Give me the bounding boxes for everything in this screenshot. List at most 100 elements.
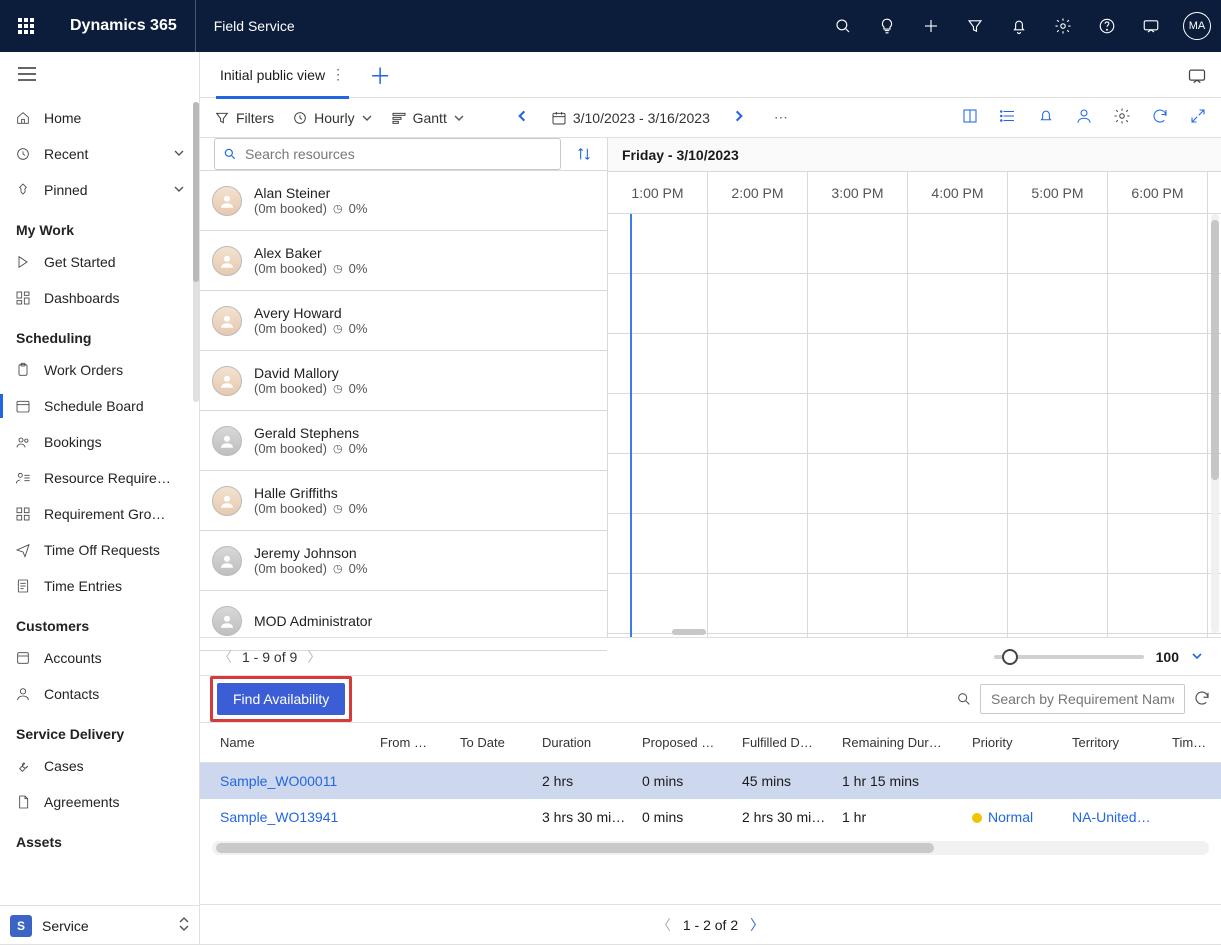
- area-chevron-icon[interactable]: [179, 917, 189, 934]
- sidebar-item-time-off-requests[interactable]: Time Off Requests: [0, 532, 199, 568]
- toolbar-alerts-icon[interactable]: [1037, 107, 1055, 128]
- requirement-name-link[interactable]: Sample_WO00011: [220, 773, 380, 789]
- view-dropdown[interactable]: Gantt: [391, 110, 465, 126]
- timeline-cell[interactable]: [808, 334, 908, 393]
- timeline-vscroll[interactable]: [1211, 214, 1219, 633]
- resource-row[interactable]: Alex Baker(0m booked) ◷ 0%: [200, 231, 607, 291]
- sidebar-item-cases[interactable]: Cases: [0, 748, 199, 784]
- sidebar-item-requirement-gro-[interactable]: Requirement Gro…: [0, 496, 199, 532]
- timeline-cell[interactable]: [908, 334, 1008, 393]
- timeline-cell[interactable]: [1008, 454, 1108, 513]
- timeline-cell[interactable]: [1008, 334, 1108, 393]
- search-icon[interactable]: [821, 0, 865, 52]
- filters-button[interactable]: Filters: [214, 110, 274, 126]
- find-availability-button[interactable]: Find Availability: [217, 683, 345, 715]
- tab-menu-icon[interactable]: ⋮: [331, 66, 345, 83]
- timeline-cell[interactable]: [608, 334, 708, 393]
- timeline-cell[interactable]: [1008, 394, 1108, 453]
- timeline-cell[interactable]: [808, 454, 908, 513]
- lightbulb-icon[interactable]: [865, 0, 909, 52]
- column-header[interactable]: Remaining Dur…: [842, 735, 972, 750]
- requirements-refresh-icon[interactable]: [1193, 689, 1211, 710]
- timeline-cell[interactable]: [908, 574, 1008, 633]
- timeline-cell[interactable]: [1108, 334, 1208, 393]
- timeline-cell[interactable]: [708, 454, 808, 513]
- toolbar-column-icon[interactable]: [961, 107, 979, 128]
- date-next-button[interactable]: [728, 109, 750, 126]
- plus-icon[interactable]: [909, 0, 953, 52]
- timeline-row[interactable]: [608, 214, 1221, 274]
- timeline-cell[interactable]: [908, 514, 1008, 573]
- column-header[interactable]: Tim…: [1172, 735, 1221, 750]
- sidebar-item-bookings[interactable]: Bookings: [0, 424, 199, 460]
- requirement-row[interactable]: Sample_WO139413 hrs 30 mi…0 mins2 hrs 30…: [200, 799, 1221, 835]
- timeline-cell[interactable]: [608, 214, 708, 273]
- timeline-cell[interactable]: [608, 394, 708, 453]
- nav-collapse-button[interactable]: [0, 52, 199, 96]
- zoom-slider[interactable]: [994, 655, 1144, 659]
- date-range-picker[interactable]: 3/10/2023 - 3/16/2023: [551, 110, 710, 126]
- resource-row[interactable]: Alan Steiner(0m booked) ◷ 0%: [200, 171, 607, 231]
- timeline-cell[interactable]: [608, 514, 708, 573]
- timeline-cell[interactable]: [608, 454, 708, 513]
- timeline-cell[interactable]: [808, 274, 908, 333]
- column-header[interactable]: Territory: [1072, 735, 1172, 750]
- toolbar-overflow[interactable]: ⋯: [768, 109, 796, 126]
- resource-row[interactable]: Jeremy Johnson(0m booked) ◷ 0%: [200, 531, 607, 591]
- bell-icon[interactable]: [997, 0, 1041, 52]
- timeline-cell[interactable]: [608, 574, 708, 633]
- timeline-cell[interactable]: [1008, 274, 1108, 333]
- timeline-cell[interactable]: [1108, 454, 1208, 513]
- timeline-cell[interactable]: [908, 454, 1008, 513]
- sidebar-item-work-orders[interactable]: Work Orders: [0, 352, 199, 388]
- column-header[interactable]: To Date: [460, 735, 542, 750]
- brand-title[interactable]: Dynamics 365: [52, 0, 196, 52]
- timeline-row[interactable]: [608, 574, 1221, 634]
- sidebar-item-accounts[interactable]: Accounts: [0, 640, 199, 676]
- req-pager-prev[interactable]: 〈: [657, 915, 671, 935]
- timeline-cell[interactable]: [908, 274, 1008, 333]
- timeline-cell[interactable]: [908, 214, 1008, 273]
- zoom-menu[interactable]: [1191, 649, 1203, 665]
- timeline-cell[interactable]: [808, 634, 908, 637]
- timeline-cell[interactable]: [1008, 514, 1108, 573]
- timeline-cell[interactable]: [708, 214, 808, 273]
- resource-sort-button[interactable]: [569, 138, 599, 170]
- timeline-row[interactable]: [608, 334, 1221, 394]
- timeline-cell[interactable]: [1008, 634, 1108, 637]
- timeline-cell[interactable]: [908, 394, 1008, 453]
- requirement-row[interactable]: Sample_WO000112 hrs0 mins45 mins1 hr 15 …: [200, 763, 1221, 799]
- timeline-cell[interactable]: [1108, 514, 1208, 573]
- pager-prev[interactable]: 〈: [218, 647, 232, 667]
- gear-icon[interactable]: [1041, 0, 1085, 52]
- toolbar-expand-icon[interactable]: [1189, 107, 1207, 128]
- funnel-icon[interactable]: [953, 0, 997, 52]
- column-header[interactable]: Name: [220, 735, 380, 750]
- help-icon[interactable]: [1085, 0, 1129, 52]
- timeline-cell[interactable]: [1008, 214, 1108, 273]
- timeline-cell[interactable]: [708, 634, 808, 637]
- toolbar-refresh-icon[interactable]: [1151, 107, 1169, 128]
- resource-row[interactable]: Avery Howard(0m booked) ◷ 0%: [200, 291, 607, 351]
- timeline-cell[interactable]: [708, 514, 808, 573]
- sidebar-item-get-started[interactable]: Get Started: [0, 244, 199, 280]
- sidebar-item-contacts[interactable]: Contacts: [0, 676, 199, 712]
- sidebar-item-dashboards[interactable]: Dashboards: [0, 280, 199, 316]
- resource-search[interactable]: Search resources: [214, 138, 561, 170]
- requirement-name-link[interactable]: Sample_WO13941: [220, 809, 380, 825]
- add-tab-button[interactable]: ＋: [361, 59, 399, 91]
- board-tab-active[interactable]: Initial public view ⋮: [210, 52, 355, 98]
- timeline-row[interactable]: [608, 514, 1221, 574]
- toolbar-list-icon[interactable]: [999, 107, 1017, 128]
- req-pager-next[interactable]: 〉: [750, 915, 764, 935]
- requirement-search-input[interactable]: [980, 684, 1185, 714]
- timeline-cell[interactable]: [1108, 574, 1208, 633]
- sidebar-item-agreements[interactable]: Agreements: [0, 784, 199, 820]
- sidebar-item-pinned[interactable]: Pinned: [0, 172, 199, 208]
- timeline-row[interactable]: [608, 394, 1221, 454]
- timeline-cell[interactable]: [708, 334, 808, 393]
- app-launcher[interactable]: [0, 18, 52, 34]
- timeline-cell[interactable]: [708, 574, 808, 633]
- timeline-cell[interactable]: [708, 274, 808, 333]
- interval-dropdown[interactable]: Hourly: [292, 110, 372, 126]
